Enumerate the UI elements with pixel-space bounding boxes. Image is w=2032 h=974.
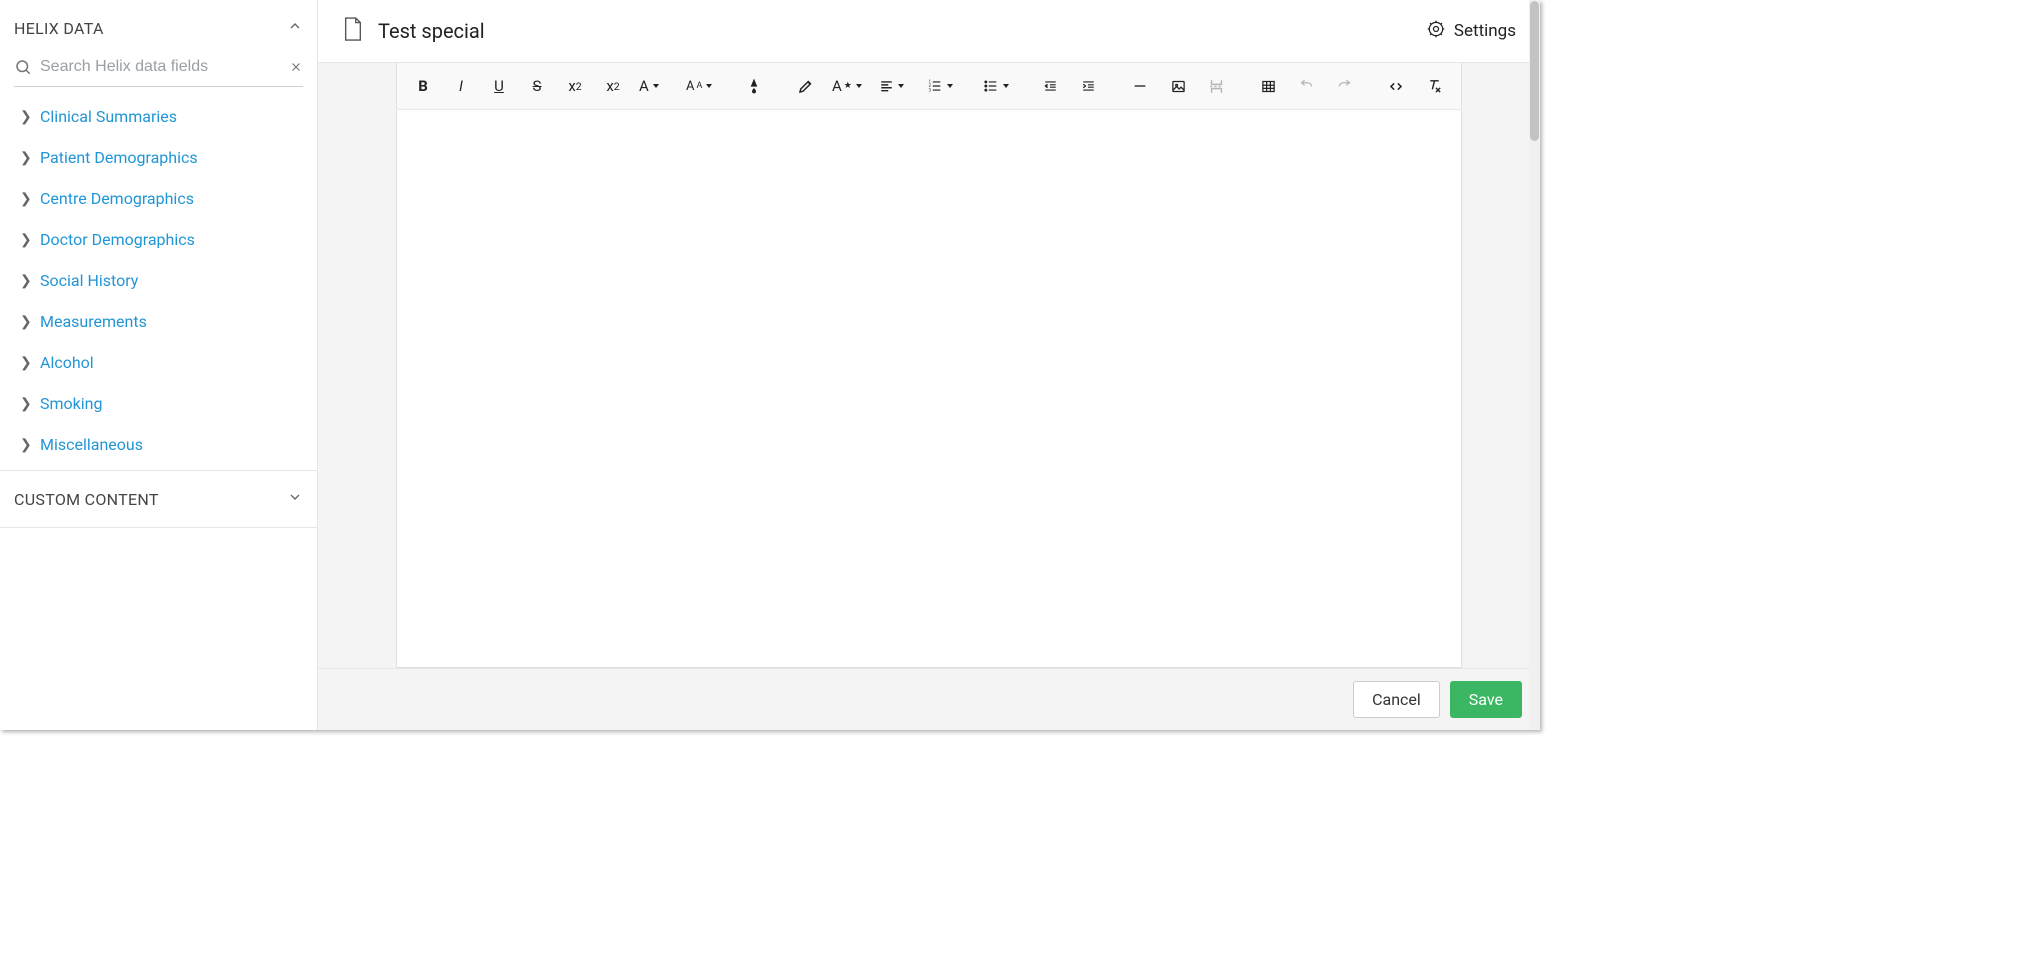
sidebar-item-centre-demographics[interactable]: ❯ Centre Demographics [20, 189, 309, 208]
chevron-right-icon: ❯ [20, 191, 30, 207]
search-field-wrap [14, 52, 303, 87]
unordered-list-button[interactable] [976, 69, 1030, 103]
sidebar-item-alcohol[interactable]: ❯ Alcohol [20, 353, 309, 372]
save-button[interactable]: Save [1450, 681, 1522, 718]
sidebar-item-patient-demographics[interactable]: ❯ Patient Demographics [20, 148, 309, 167]
sidebar-item-label: Patient Demographics [40, 148, 198, 167]
search-icon [14, 58, 32, 76]
chevron-right-icon: ❯ [20, 355, 30, 371]
cancel-button[interactable]: Cancel [1353, 681, 1440, 718]
sidebar-item-measurements[interactable]: ❯ Measurements [20, 312, 309, 331]
chevron-down-icon [287, 489, 303, 509]
helix-data-panel-header[interactable]: HELIX DATA [0, 0, 317, 52]
bold-button[interactable]: B [405, 69, 441, 103]
document-icon [342, 16, 364, 46]
sidebar-item-miscellaneous[interactable]: ❯ Miscellaneous [20, 435, 309, 454]
sidebar-item-doctor-demographics[interactable]: ❯ Doctor Demographics [20, 230, 309, 249]
custom-content-title: CUSTOM CONTENT [14, 490, 159, 509]
sidebar-item-label: Smoking [40, 394, 102, 413]
sidebar-item-label: Miscellaneous [40, 435, 143, 454]
styles-button[interactable]: A★ [826, 69, 871, 103]
editor-canvas[interactable] [396, 110, 1462, 668]
close-icon[interactable] [289, 60, 303, 74]
footer: Cancel Save [318, 668, 1540, 730]
sidebar-item-label: Clinical Summaries [40, 107, 177, 126]
italic-button[interactable]: I [443, 69, 479, 103]
page-break-button [1198, 69, 1234, 103]
editor-wrap: B I U S x2 x2 A AA A★ 123 [318, 63, 1540, 668]
image-button[interactable] [1160, 69, 1196, 103]
highlight-button[interactable] [788, 69, 824, 103]
sidebar-item-social-history[interactable]: ❯ Social History [20, 271, 309, 290]
sidebar-item-smoking[interactable]: ❯ Smoking [20, 394, 309, 413]
main-area: Test special Settings B I U S x2 x2 A AA [318, 0, 1540, 730]
chevron-right-icon: ❯ [20, 437, 30, 453]
settings-button[interactable]: Settings [1426, 19, 1516, 44]
ordered-list-button[interactable]: 123 [920, 69, 974, 103]
font-color-button[interactable] [736, 69, 772, 103]
sidebar-item-label: Centre Demographics [40, 189, 194, 208]
helix-data-title: HELIX DATA [14, 19, 104, 38]
title-left: Test special [342, 16, 485, 46]
font-size-button[interactable]: AA [680, 69, 734, 103]
chevron-right-icon: ❯ [20, 273, 30, 289]
align-button[interactable] [873, 69, 918, 103]
search-input[interactable] [40, 58, 281, 76]
strikethrough-button[interactable]: S [519, 69, 555, 103]
document-title: Test special [378, 19, 485, 43]
sidebar-item-label: Alcohol [40, 353, 94, 372]
chevron-right-icon: ❯ [20, 232, 30, 248]
clear-format-button[interactable] [1416, 69, 1452, 103]
settings-label: Settings [1454, 21, 1516, 41]
undo-button [1288, 69, 1324, 103]
indent-button[interactable] [1070, 69, 1106, 103]
chevron-right-icon: ❯ [20, 150, 30, 166]
source-button[interactable] [1378, 69, 1414, 103]
chevron-right-icon: ❯ [20, 109, 30, 125]
gear-icon [1426, 19, 1446, 44]
horizontal-rule-button[interactable] [1122, 69, 1158, 103]
svg-text:3: 3 [929, 87, 932, 92]
outdent-button[interactable] [1032, 69, 1068, 103]
custom-content-panel-header[interactable]: CUSTOM CONTENT [0, 470, 317, 528]
sidebar-item-label: Social History [40, 271, 138, 290]
sidebar-item-label: Measurements [40, 312, 147, 331]
editor-toolbar: B I U S x2 x2 A AA A★ 123 [396, 63, 1462, 110]
sidebar: HELIX DATA ❯ Clinical Summaries ❯ Patien… [0, 0, 318, 730]
chevron-right-icon: ❯ [20, 314, 30, 330]
superscript-button[interactable]: x2 [595, 69, 631, 103]
chevron-up-icon [287, 18, 303, 38]
category-tree: ❯ Clinical Summaries ❯ Patient Demograph… [0, 87, 317, 464]
scrollbar-thumb[interactable] [1530, 1, 1539, 141]
font-family-button[interactable]: A [633, 69, 678, 103]
redo-button [1326, 69, 1362, 103]
underline-button[interactable]: U [481, 69, 517, 103]
table-button[interactable] [1250, 69, 1286, 103]
titlebar: Test special Settings [318, 0, 1540, 63]
sidebar-item-clinical-summaries[interactable]: ❯ Clinical Summaries [20, 107, 309, 126]
sidebar-item-label: Doctor Demographics [40, 230, 195, 249]
chevron-right-icon: ❯ [20, 396, 30, 412]
subscript-button[interactable]: x2 [557, 69, 593, 103]
